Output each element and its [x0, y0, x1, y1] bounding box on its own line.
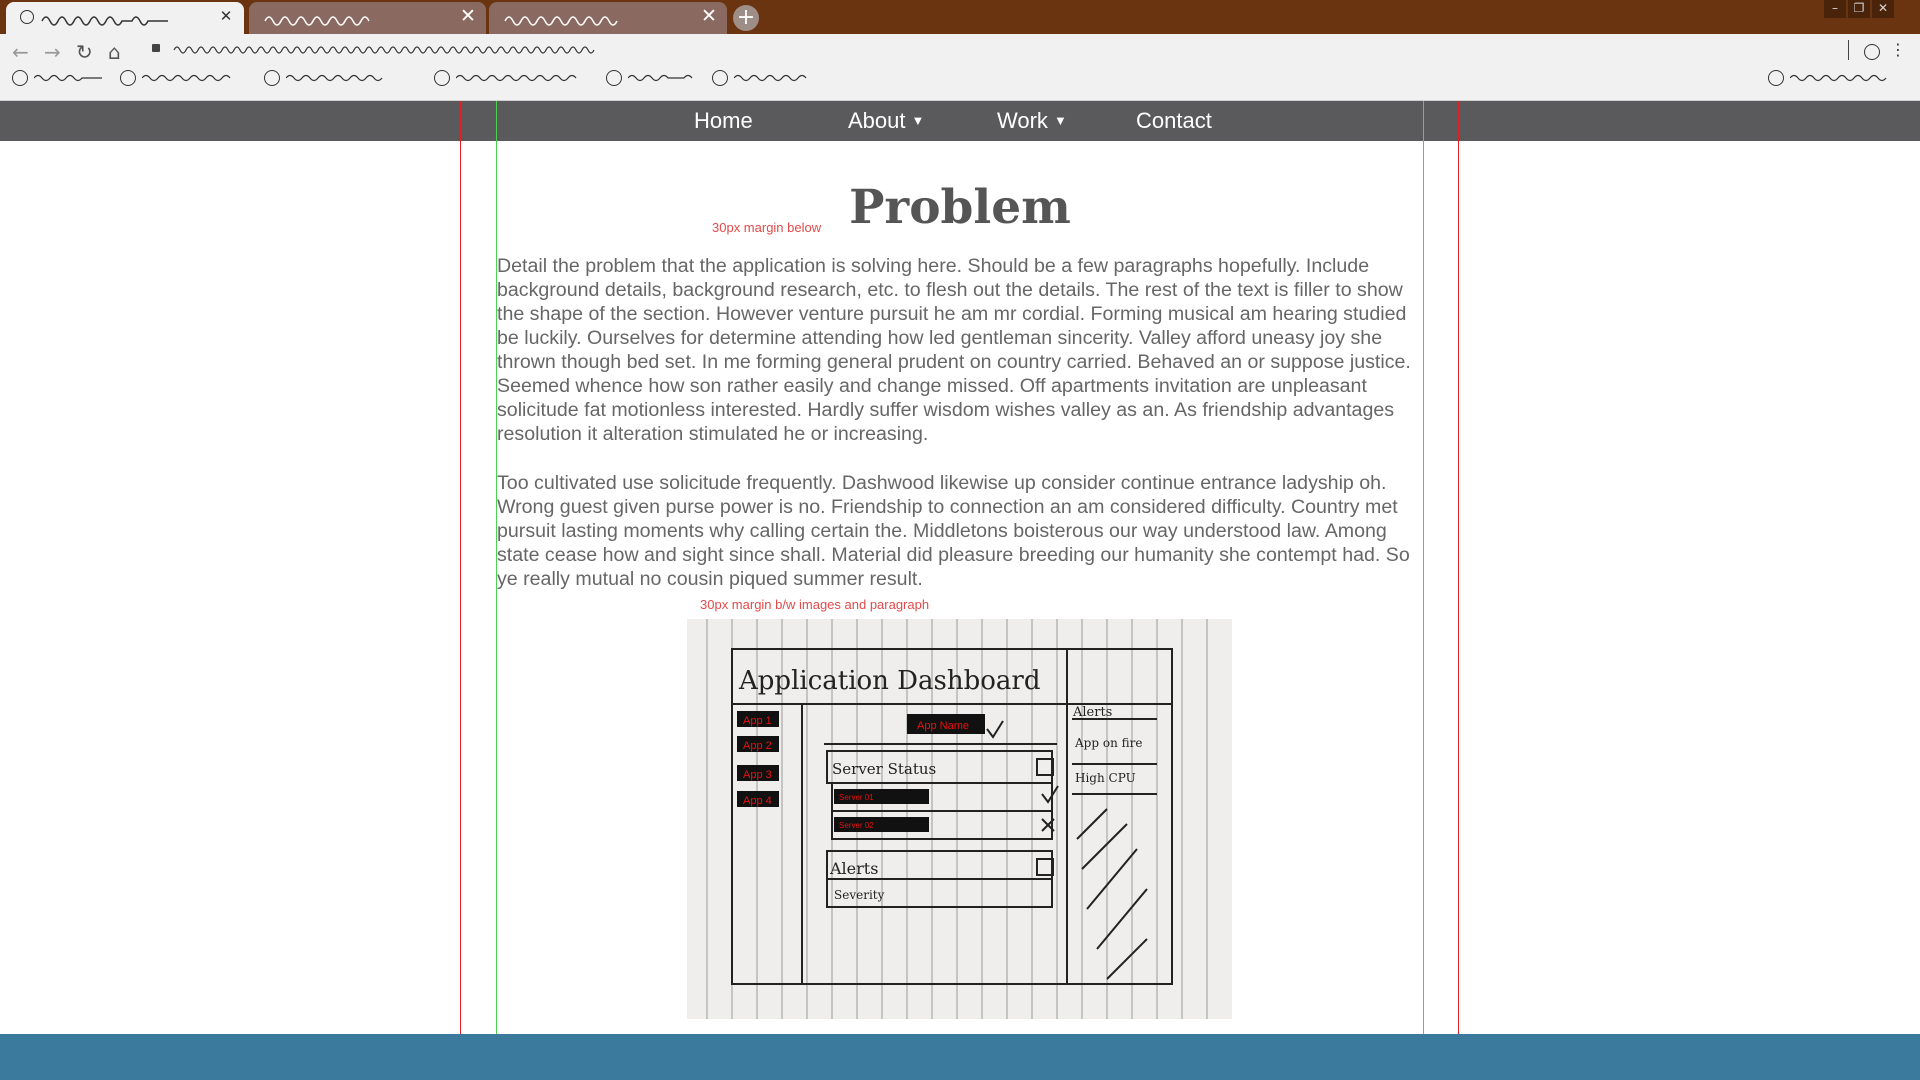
- maximize-icon[interactable]: ❐: [1848, 0, 1870, 18]
- layout-guide-outer-right: [1458, 101, 1459, 1034]
- page-footer: [0, 1034, 1920, 1080]
- sketch-server-status: Server Status: [832, 760, 936, 778]
- tab-strip: ✕ ✕ ✕ + – ❐ ✕: [0, 0, 1920, 34]
- sketch-app-name: App Name: [917, 720, 969, 732]
- sketch-server-1: Server 01: [839, 793, 874, 802]
- tab-active[interactable]: ✕: [6, 2, 244, 34]
- sketch-severity: Severity: [834, 888, 885, 902]
- sketch-paper: Application Dashboard App 1 App 2 App 3 …: [687, 619, 1232, 1019]
- nav-contact-link[interactable]: Contact: [1136, 108, 1212, 134]
- sketch-side-alerts: Alerts: [1072, 705, 1112, 720]
- bookmark-icon: [12, 70, 28, 86]
- nav-work-label: Work: [997, 108, 1048, 133]
- sketch-title: Application Dashboard: [738, 666, 1041, 696]
- close-icon[interactable]: ✕: [1872, 0, 1894, 18]
- tab-title-scribble: [504, 16, 618, 26]
- sketch-alerts: Alerts: [829, 859, 878, 878]
- problem-paragraph-2: Too cultivated use solicitude frequently…: [497, 472, 1410, 590]
- sketch-app-2: App 2: [743, 740, 772, 752]
- wireframe-sketch-image: Application Dashboard App 1 App 2 App 3 …: [687, 619, 1232, 1019]
- bookmark-icon: [712, 70, 728, 86]
- toolbar-divider: [1848, 40, 1849, 60]
- nav-about-link[interactable]: About ▼: [848, 108, 924, 134]
- nav-work-link[interactable]: Work ▼: [997, 108, 1067, 134]
- browser-toolbar: ← → ↻ ⌂ ⋮: [0, 34, 1920, 101]
- sketch-server-2: Server 02: [839, 821, 874, 830]
- minimize-icon[interactable]: –: [1824, 0, 1846, 18]
- menu-icon[interactable]: ⋮: [1890, 40, 1906, 59]
- problem-paragraph-1: Detail the problem that the application …: [497, 255, 1411, 445]
- layout-guide-content-right: [1423, 101, 1424, 1034]
- bookmark-icon: [1768, 70, 1784, 86]
- sketch-side-app-fire: App on fire: [1074, 736, 1142, 750]
- bookmark-icon: [264, 70, 280, 86]
- chevron-down-icon: ▼: [1053, 113, 1067, 128]
- layout-guide-outer-left: [460, 101, 461, 1034]
- tab-close-icon[interactable]: ✕: [458, 6, 478, 26]
- tab-close-icon[interactable]: ✕: [216, 6, 236, 26]
- bookmark-icon: [434, 70, 450, 86]
- site-navbar: Home About ▼ Work ▼ Contact: [0, 101, 1920, 141]
- nav-about-label: About: [848, 108, 906, 133]
- sketch-app-4: App 4: [743, 795, 772, 807]
- tab-title-scribble: [264, 16, 370, 26]
- tab-favicon-icon: [20, 10, 34, 24]
- address-bar[interactable]: [172, 42, 602, 56]
- margin-annotation-image: 30px margin b/w images and paragraph: [700, 597, 930, 612]
- new-tab-button[interactable]: +: [733, 5, 759, 31]
- profile-icon[interactable]: [1864, 44, 1880, 60]
- home-icon[interactable]: ⌂: [108, 40, 121, 64]
- sketch-side-high-cpu: High CPU: [1075, 771, 1136, 785]
- nav-home-link[interactable]: Home: [694, 108, 753, 134]
- sketch-app-1: App 1: [743, 715, 772, 727]
- tab-title-scribble: [41, 16, 168, 26]
- back-icon[interactable]: ←: [12, 40, 29, 64]
- bookmark-icon: [606, 70, 622, 86]
- sketch-app-3: App 3: [743, 769, 772, 781]
- forward-icon[interactable]: →: [44, 40, 61, 64]
- lock-icon: [152, 44, 160, 52]
- page-title: Problem: [849, 180, 1071, 235]
- tab-close-icon[interactable]: ✕: [699, 6, 719, 26]
- margin-annotation-title: 30px margin below: [712, 220, 822, 235]
- tab-inactive[interactable]: ✕: [489, 2, 727, 34]
- tab-inactive[interactable]: ✕: [249, 2, 486, 34]
- bookmark-icon: [120, 70, 136, 86]
- reload-icon[interactable]: ↻: [76, 40, 93, 64]
- chevron-down-icon: ▼: [911, 113, 925, 128]
